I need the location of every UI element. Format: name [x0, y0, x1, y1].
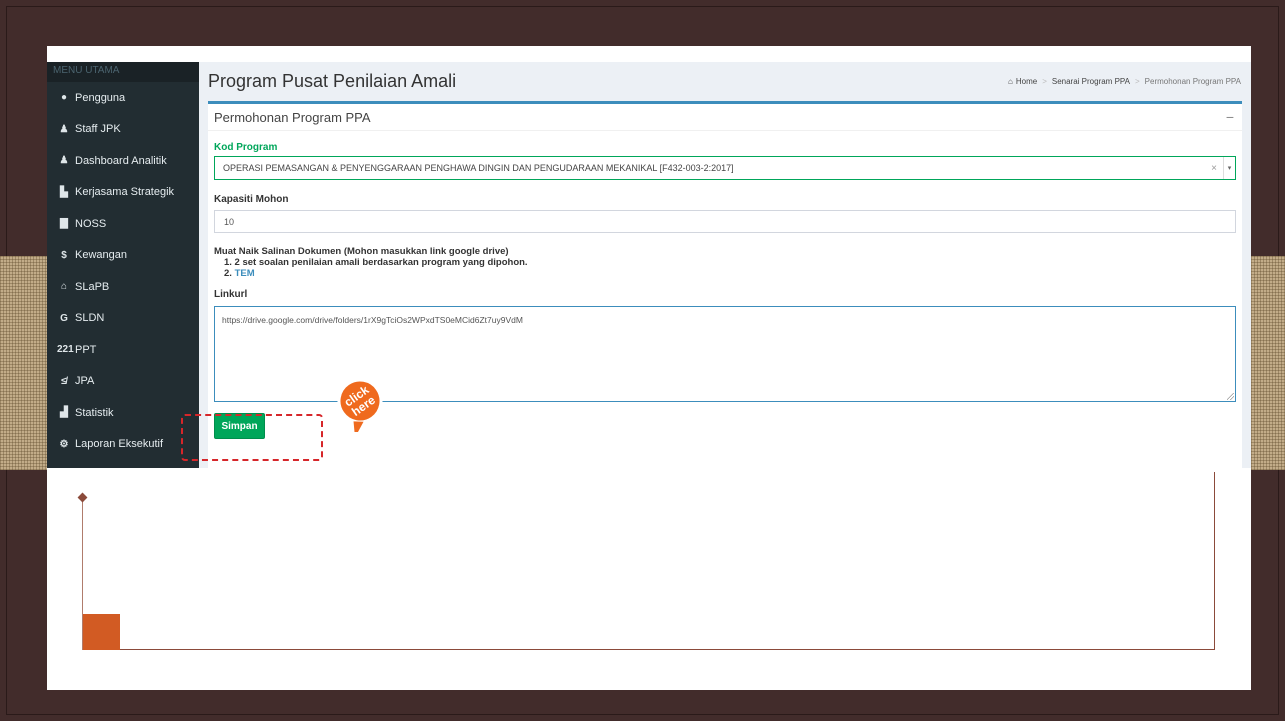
sidebar-item-label: JPA	[75, 375, 95, 388]
breadcrumb-separator: >	[1042, 76, 1047, 86]
person-icon: ♟	[59, 123, 69, 135]
kod-program-select[interactable]: OPERASI PEMASANGAN & PENYENGGARAAN PENGH…	[214, 156, 1236, 180]
page-title: Program Pusat Penilaian Amali	[208, 70, 457, 91]
content-header: Program Pusat Penilaian Amali ⌂ Home > S…	[199, 62, 1251, 100]
document-icon: ▇	[60, 218, 68, 230]
upload-item-1: 1. 2 set soalan penilaian amali berdasar…	[224, 257, 528, 268]
sidebar-item-kewangan[interactable]: $ Kewangan	[47, 240, 199, 272]
sidebar-item-slapb[interactable]: ⌂ SLaPB	[47, 271, 199, 303]
sidebar-item-dashboard-analitik[interactable]: ♟ Dashboard Analitik	[47, 145, 199, 177]
clear-icon[interactable]: ×	[1211, 163, 1217, 174]
decor-orange-square	[83, 614, 120, 650]
sidebar-item-label: Laporan Eksekutif	[75, 438, 164, 451]
breadcrumb: ⌂ Home > Senarai Program PPA > Permohona…	[1008, 77, 1241, 86]
kod-program-label: Kod Program	[214, 142, 278, 153]
sidebar-item-laporan-eksekutif[interactable]: ⚙ Laporan Eksekutif	[47, 429, 199, 461]
person-icon: ♟	[59, 155, 69, 167]
click-here-badge: click here	[337, 378, 383, 432]
breadcrumb-home[interactable]: Home	[1016, 77, 1037, 86]
sidebar-item-label: SLDN	[75, 312, 105, 325]
sidebar-item-label: Dashboard Analitik	[75, 154, 167, 167]
decor-diamond	[77, 492, 88, 503]
sidebar-item-label: Kewangan	[75, 249, 127, 262]
left-decor-stripe	[0, 256, 47, 470]
dollar-icon: $	[61, 249, 67, 261]
upload-instructions-title: Muat Naik Salinan Dokumen (Mohon masukka…	[214, 246, 509, 257]
gear-icon: ⚙	[59, 438, 69, 450]
sidebar-header: MENU UTAMA	[47, 62, 199, 82]
sidebar-item-pengguna[interactable]: ● Pengguna	[47, 82, 199, 114]
upload-item-2: 2. TEM	[224, 268, 1236, 279]
ppt-logo-icon: 221	[57, 344, 74, 356]
sldn-logo-icon: G	[60, 312, 68, 324]
sidebar-item-label: SLaPB	[75, 280, 110, 293]
highlight-dashed-box	[181, 414, 323, 461]
sidebar-item-noss[interactable]: ▇ NOSS	[47, 208, 199, 240]
upload-instructions-list: 1. 2 set soalan penilaian amali berdasar…	[214, 257, 1236, 279]
sidebar-item-kerjasama-strategik[interactable]: ▙ Kerjasama Strategik	[47, 177, 199, 209]
collapse-button[interactable]: −	[1226, 109, 1234, 125]
right-decor-stripe	[1251, 256, 1285, 470]
slide: MENU UTAMA ● Pengguna ♟ Staff JPK ♟ Dash…	[47, 46, 1251, 690]
home-icon: ⌂	[1008, 76, 1013, 86]
linkurl-value: https://drive.google.com/drive/folders/1…	[222, 315, 523, 325]
linkurl-label: Linkurl	[214, 289, 248, 300]
area-chart-icon: ▟	[60, 407, 68, 419]
breadcrumb-current: Permohonan Program PPA	[1144, 76, 1241, 86]
upload-item-2-number: 2.	[224, 268, 232, 279]
app-screenshot: MENU UTAMA ● Pengguna ♟ Staff JPK ♟ Dash…	[47, 62, 1251, 468]
sidebar-item-sldn[interactable]: G SLDN	[47, 303, 199, 335]
sidebar-item-label: Kerjasama Strategik	[75, 186, 175, 199]
sidebar-item-label: Statistik	[75, 406, 114, 419]
sidebar-item-label: Staff JPK	[75, 123, 121, 136]
select-controls: × ▾	[1211, 157, 1235, 179]
breadcrumb-senarai-program[interactable]: Senarai Program PPA	[1052, 77, 1130, 86]
sidebar-item-statistik[interactable]: ▟ Statistik	[47, 397, 199, 429]
chart-icon: ▙	[60, 186, 68, 198]
institution-icon: ⌂	[60, 281, 68, 293]
sidebar-item-label: NOSS	[75, 217, 107, 230]
resize-handle[interactable]	[1227, 393, 1234, 400]
kapasiti-label: Kapasiti Mohon	[214, 194, 289, 205]
jpa-logo-icon: ≰	[61, 375, 67, 387]
chevron-down-icon[interactable]: ▾	[1223, 157, 1235, 179]
kod-program-value: OPERASI PEMASANGAN & PENYENGGARAAN PENGH…	[223, 163, 734, 173]
sidebar-item-label: PPT	[75, 343, 97, 356]
decor-horizontal-line	[119, 649, 1215, 650]
decor-right-vertical-line	[1214, 472, 1215, 650]
kapasiti-input[interactable]: 10	[214, 210, 1236, 233]
tem-link[interactable]: TEM	[235, 268, 255, 279]
sidebar-item-jpa[interactable]: ≰ JPA	[47, 366, 199, 398]
box-title: Permohonan Program PPA	[214, 109, 371, 125]
breadcrumb-separator: >	[1134, 76, 1140, 86]
sidebar: MENU UTAMA ● Pengguna ♟ Staff JPK ♟ Dash…	[47, 62, 199, 468]
box-header: Permohonan Program PPA −	[208, 104, 1242, 131]
sidebar-item-ppt[interactable]: 221 PPT	[47, 334, 199, 366]
user-icon: ●	[60, 92, 68, 104]
sidebar-item-staff-jpk[interactable]: ♟ Staff JPK	[47, 114, 199, 146]
sidebar-item-label: Pengguna	[75, 91, 126, 104]
